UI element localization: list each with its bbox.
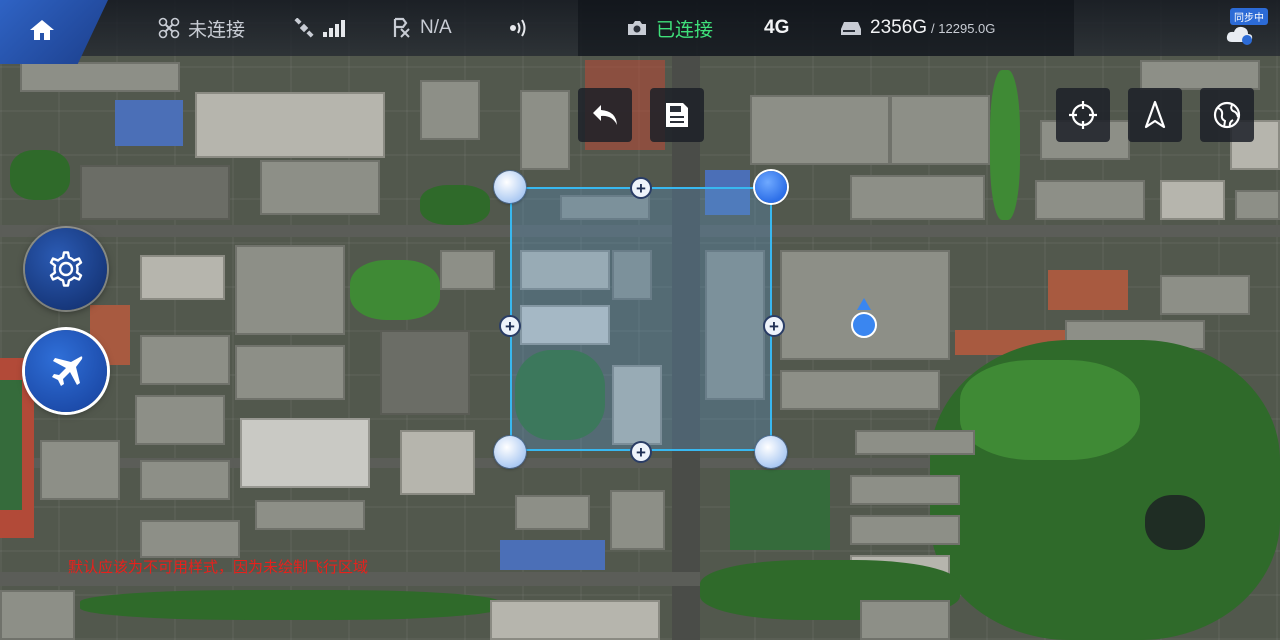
rtk-status: N/A [392, 14, 452, 42]
map-building [195, 92, 385, 158]
home-button[interactable] [0, 0, 108, 64]
add-vertex-point[interactable]: + [499, 315, 521, 337]
undo-button[interactable] [578, 88, 632, 142]
map-building [0, 590, 75, 640]
map-tree [80, 590, 500, 620]
map-building [850, 175, 985, 220]
map-building [140, 335, 230, 385]
map-tree [960, 360, 1140, 460]
drone-position-marker [851, 312, 877, 338]
map-building [1035, 180, 1145, 220]
map-tree [420, 185, 490, 225]
area-vertex-selected[interactable] [755, 171, 787, 203]
home-icon [30, 20, 54, 40]
map-building [235, 245, 345, 335]
map-building [1160, 275, 1250, 315]
hdd-icon [840, 20, 862, 36]
map-building [750, 95, 890, 165]
flight-area-polygon[interactable] [510, 187, 772, 451]
map-building [80, 165, 230, 220]
map-building [40, 440, 120, 500]
map-building [380, 330, 470, 415]
hint-text: 默认应该为不可用样式，因为未绘制飞行区域 [68, 559, 369, 576]
settings-button[interactable] [25, 228, 107, 310]
map-building [260, 160, 380, 215]
status-bar: 未连接 N/A 已连接 4G 2356G / 12295.0G 同步中 [0, 0, 1280, 64]
map-building [520, 90, 570, 170]
map-building [420, 80, 480, 140]
map-building [860, 600, 950, 640]
map-building [1235, 190, 1280, 220]
drone-icon [158, 17, 180, 39]
area-vertex[interactable] [755, 436, 787, 468]
map-building [140, 520, 240, 558]
map-layer-button[interactable] [1200, 88, 1254, 142]
globe-icon [1213, 101, 1241, 129]
map-tree [10, 150, 70, 200]
locate-button[interactable] [1056, 88, 1110, 142]
map-building [240, 418, 370, 488]
map-building [440, 250, 495, 290]
storage-used: 2356G [870, 17, 928, 38]
map-building [515, 495, 590, 530]
map-building [1140, 60, 1260, 90]
map-building [890, 95, 990, 165]
map-building [500, 540, 605, 570]
map-building [115, 100, 183, 146]
gps-signal [294, 14, 354, 42]
map-building [780, 370, 940, 410]
flight-mode-button[interactable] [25, 330, 107, 412]
area-vertex[interactable] [494, 436, 526, 468]
map-field [730, 470, 830, 550]
map-building [610, 490, 665, 550]
rtk-icon [392, 17, 412, 39]
link-status: 未连接 [158, 14, 245, 42]
camera-icon [626, 19, 648, 37]
area-vertex[interactable] [494, 171, 526, 203]
save-icon [666, 103, 688, 127]
add-vertex-point[interactable]: + [763, 315, 785, 337]
map-building [140, 255, 225, 300]
map-building [850, 515, 960, 545]
map-building [140, 460, 230, 500]
storage-status: 2356G / 12295.0G [840, 14, 995, 42]
save-button[interactable] [650, 88, 704, 142]
map-building [255, 500, 365, 530]
camera-status: 已连接 [626, 14, 713, 42]
map-building [135, 395, 225, 445]
add-vertex-point[interactable]: + [630, 177, 652, 199]
signal-icon [322, 18, 346, 38]
link-status-text: 未连接 [188, 19, 246, 41]
storage-total: / 12295.0G [931, 20, 996, 36]
map-building [400, 430, 475, 495]
settings-icon [49, 251, 83, 287]
satellite-icon [294, 18, 314, 38]
rc-signal [506, 14, 538, 42]
map-pond [1145, 495, 1205, 550]
rc-signal-icon [506, 18, 530, 38]
cloud-sync[interactable]: 同步中 [1220, 8, 1268, 48]
map-building [1048, 270, 1128, 310]
rtk-status-text: N/A [420, 17, 452, 38]
map-tree [350, 260, 440, 320]
map-building [490, 600, 660, 640]
map-field [0, 380, 22, 510]
north-up-button[interactable] [1128, 88, 1182, 142]
undo-icon [593, 105, 617, 125]
map-building [1160, 180, 1225, 220]
map-building [850, 475, 960, 505]
cloud-sync-icon [1226, 26, 1253, 45]
heading-indicator [857, 298, 871, 310]
map-building [855, 430, 975, 455]
map-building [235, 345, 345, 400]
north-icon [1144, 100, 1166, 129]
airplane-icon [52, 356, 83, 386]
map-building [20, 62, 180, 92]
camera-status-text: 已连接 [656, 19, 714, 41]
locate-icon [1069, 101, 1097, 129]
network-type: 4G [764, 17, 790, 38]
add-vertex-point[interactable]: + [630, 441, 652, 463]
map-tree [990, 70, 1020, 220]
